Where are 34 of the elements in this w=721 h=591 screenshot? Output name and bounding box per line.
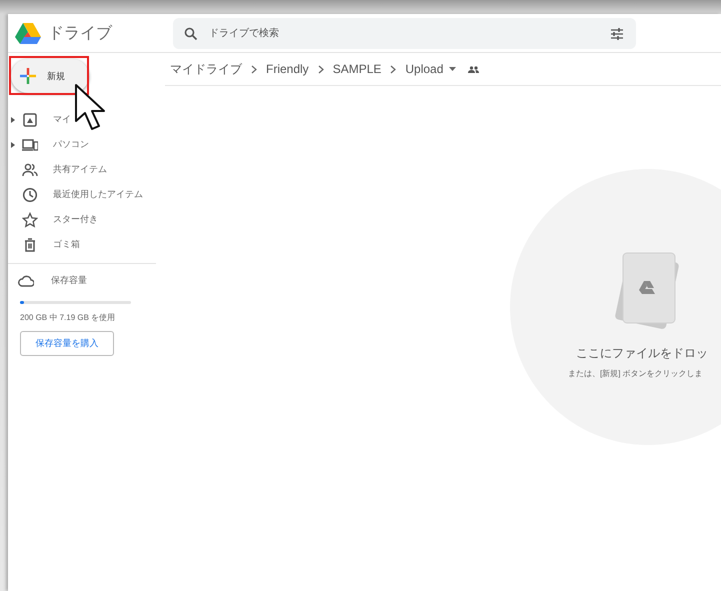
chevron-right-icon (251, 64, 257, 74)
expand-arrow-icon (11, 142, 15, 148)
buy-storage-button[interactable]: 保存容量を購入 (20, 331, 114, 356)
sidebar-item[interactable]: マイ (8, 107, 158, 132)
search-field[interactable]: ドライブで検索 (173, 18, 636, 48)
people-icon (22, 162, 38, 178)
expand-arrow-icon (11, 116, 15, 122)
filter-icon[interactable] (610, 28, 624, 40)
breadcrumb-item[interactable]: Friendly (266, 62, 309, 76)
trash-icon (22, 236, 38, 252)
chevron-right-icon (390, 64, 396, 74)
drive-logo-icon (15, 22, 41, 44)
sidebar-item[interactable]: スター付き (8, 207, 158, 232)
breadcrumb-item[interactable]: Upload (405, 62, 444, 76)
breadcrumb-item[interactable]: マイドライブ (170, 60, 242, 78)
drive-icon (22, 112, 38, 128)
app-title: ドライブ (48, 24, 112, 44)
drop-title: ここにファイルをドロッ (576, 345, 708, 362)
chevron-right-icon (318, 64, 324, 74)
drop-hint: または、[新規] ボタンをクリックしま (568, 368, 703, 379)
star-icon (22, 212, 38, 228)
sidebar-item[interactable]: ゴミ箱 (8, 232, 158, 257)
new-button[interactable]: 新規 (11, 59, 89, 93)
clock-icon (22, 186, 38, 202)
sidebar-item[interactable]: 共有アイテム (8, 157, 158, 182)
people-icon (468, 66, 480, 72)
sidebar-item[interactable]: パソコン (8, 132, 158, 157)
plus-icon (19, 67, 37, 85)
computer-icon (22, 136, 38, 152)
storage-usage: 200 GB 中 7.19 GB を使用 (20, 312, 116, 323)
breadcrumb-item[interactable]: SAMPLE (332, 62, 382, 76)
storage-label: 保存容量 (51, 274, 87, 287)
cloud-icon (18, 274, 34, 286)
sidebar-item[interactable]: 最近使用したアイテム (8, 182, 158, 207)
